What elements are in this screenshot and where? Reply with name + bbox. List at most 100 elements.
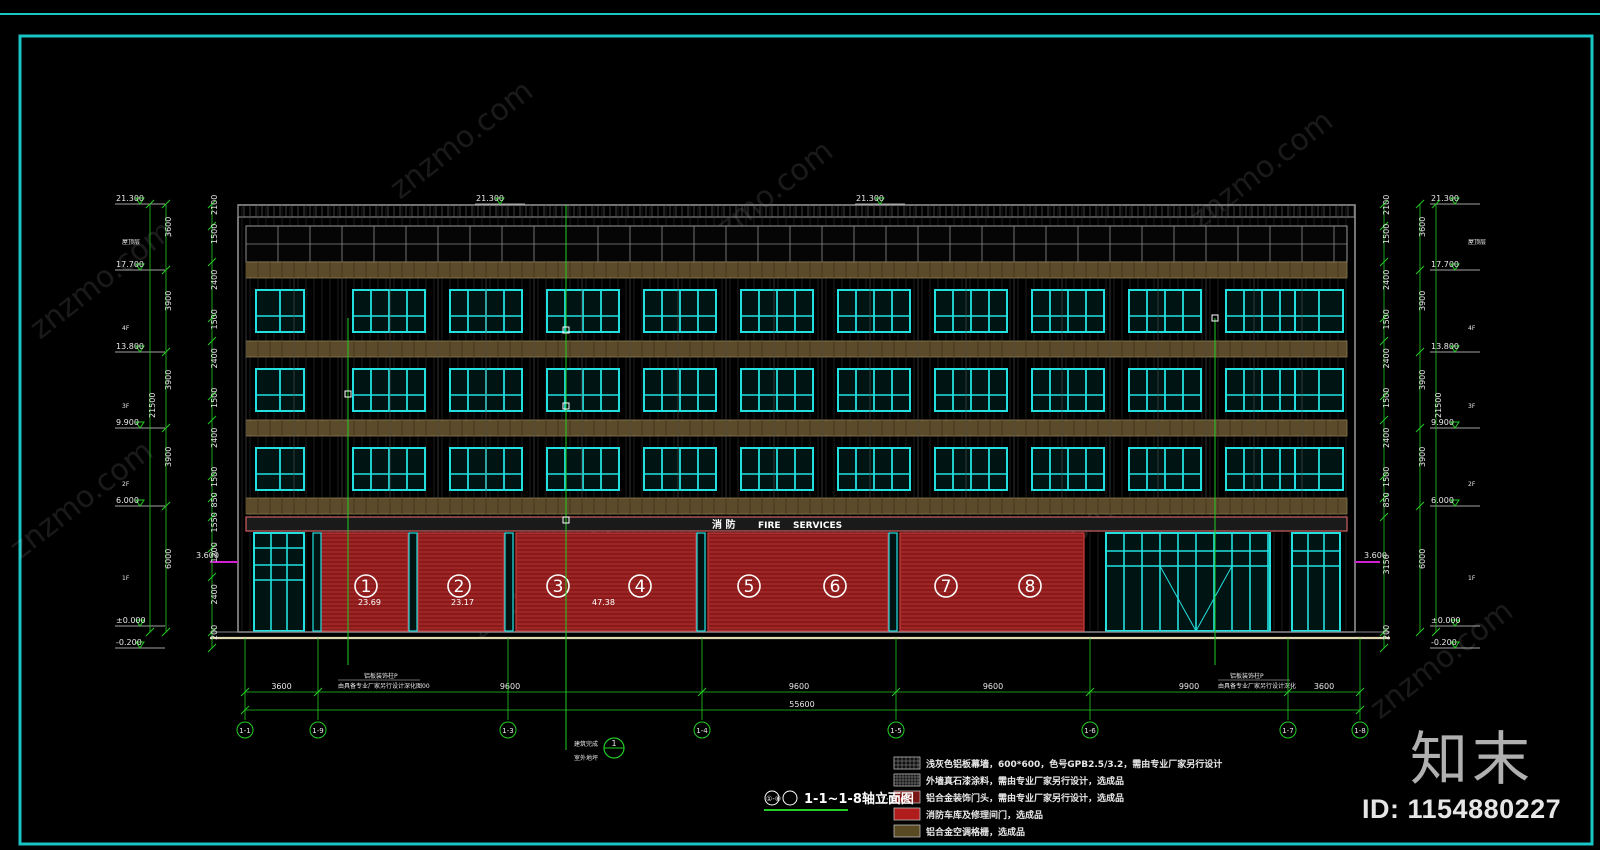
signage-en-2: SERVICES: [793, 521, 842, 531]
elevation-mark: 21.300: [116, 194, 144, 203]
left-inner-dim: 2400: [210, 428, 219, 448]
right-outer-dim: 3900: [1418, 447, 1427, 467]
drawing-scale: 1:100: [880, 796, 906, 806]
axis-label: 1-5: [890, 727, 901, 735]
left-outer-dim: 3900: [164, 447, 173, 467]
bay-area: 47.38: [592, 598, 615, 607]
left-inner-dim: 200: [210, 625, 219, 640]
left-inner-dim: 1550: [210, 512, 219, 532]
section-symbol: 1: [611, 739, 616, 748]
left-inner-dim: 1200: [210, 542, 219, 562]
pier-column: [888, 532, 898, 632]
h-dim-segment: 9900: [1179, 682, 1199, 691]
annotation-right-2: 由具备专业厂家另行设计深化: [1218, 682, 1296, 690]
left-outer-dim: 3600: [164, 217, 173, 237]
left-inner-dim: 850: [210, 492, 219, 507]
elevation-mark: 6.000: [1431, 496, 1454, 505]
axis-label: 1-9: [312, 727, 323, 735]
left-inner-dim: 2100: [210, 195, 219, 215]
bay-number: 4: [635, 577, 646, 597]
right-inner-dim: 2400: [1382, 348, 1391, 368]
bay-area: 23.69: [358, 598, 381, 607]
right-inner-dim: 3150: [1382, 554, 1391, 574]
right-inner-dim: 2400: [1382, 428, 1391, 448]
legend-label: 铝合金空调格栅，选成品: [926, 826, 1025, 838]
right-outer-dim: 6000: [1418, 549, 1427, 569]
floor-label: 1F: [122, 575, 130, 582]
section-note-1: 建筑完成: [574, 740, 598, 748]
pier-column: [504, 532, 514, 632]
left-total-dim: 21500: [148, 393, 157, 418]
right-inner-dim: 200: [1382, 625, 1391, 640]
elevation-drawing: znzmo.comznzmo.com znzmo.com znzmo.comznzm…: [0, 0, 1600, 850]
h-dim-segment: 9600: [789, 682, 809, 691]
legend-label: 外墙真石漆涂料，需由专业厂家另行设计，选成品: [925, 775, 1124, 787]
right-inner-dim: 1500: [1382, 224, 1391, 244]
axis-label: 1-8: [1354, 727, 1365, 735]
elevation-mark: 9.900: [116, 418, 139, 427]
right-outer-dim: 3900: [1418, 291, 1427, 311]
floor-label: 2F: [1468, 481, 1476, 488]
floor-label: 3F: [1468, 403, 1476, 410]
bay-number: 6: [830, 577, 841, 597]
bay-number: 7: [941, 577, 952, 597]
annotation-right-1: 铝板装饰柱P: [1230, 672, 1264, 680]
elevation-mark: 13.800: [1431, 342, 1459, 351]
elevation-mark: -0.200: [116, 638, 142, 647]
bay-number: 1: [361, 577, 372, 597]
axis-label: 1-1: [239, 727, 250, 735]
axis-label: 1-4: [696, 727, 708, 735]
elevation-mark: ±0.000: [1431, 616, 1461, 625]
right-inner-dim: 1500: [1382, 309, 1391, 329]
right-inner-dim: 850: [1382, 492, 1391, 507]
building-facade: 消 防 FIRE SERVICES 123.69 223.17 3 4 47.38 5 6 7 8: [210, 204, 1390, 640]
right-inner-dim: 1500: [1382, 388, 1391, 408]
left-inner-dim: 1500: [210, 467, 219, 487]
elevation-mark: 21.300: [856, 194, 884, 203]
bay-number: 5: [744, 577, 755, 597]
elevation-mark: -0.200: [1431, 638, 1457, 647]
pier-column: [408, 532, 418, 632]
legend-swatch-red: [893, 807, 921, 821]
left-inner-dim: 2400: [210, 348, 219, 368]
title-badge: ①-⑧: [766, 795, 781, 803]
elevation-mark: 17.700: [1431, 260, 1459, 269]
bay-number: 3: [553, 577, 564, 597]
floor-label: 4F: [122, 325, 130, 332]
watermark-logo: 知末: [1410, 725, 1535, 793]
elevation-mark: 6.000: [116, 496, 139, 505]
bay-number: 2: [454, 577, 465, 597]
left-inner-dim: 1500: [210, 388, 219, 408]
right-inner-dim: 2400: [1382, 270, 1391, 290]
right-total-dim: 21500: [1434, 393, 1443, 418]
right-inner-dim: 2100: [1382, 195, 1391, 215]
pier-column: [312, 532, 322, 632]
left-inner-dim: 1500: [210, 224, 219, 244]
signage-en-1: FIRE: [758, 521, 781, 531]
left-outer-dim: 3900: [164, 291, 173, 311]
section-note-2: 室外地坪: [574, 754, 598, 762]
elevation-mark: 21.300: [1431, 194, 1459, 203]
elevation-mark: 17.700: [116, 260, 144, 269]
h-dim-segment: 9600: [500, 682, 520, 691]
h-dim-segment: 3600: [271, 682, 291, 691]
elevation-mark: ±0.000: [116, 616, 146, 625]
left-inner-dim: 1500: [210, 309, 219, 329]
h-dim-segment: 3600: [1314, 682, 1334, 691]
right-outer-dim: 3900: [1418, 370, 1427, 390]
pier-column: [696, 532, 706, 632]
annotation-left-2: 由具备专业厂家另行设计深化图00: [338, 682, 430, 690]
floor-label: 屋顶层: [122, 239, 140, 246]
floor-label: 4F: [1468, 325, 1476, 332]
signage-cn: 消 防: [712, 518, 735, 531]
axis-label: 1-7: [1282, 727, 1293, 735]
bay-area: 23.17: [451, 598, 474, 607]
elevation-mark: 21.300: [476, 194, 504, 203]
legend-label: 铝合金装饰门头，需由专业厂家另行设计，选成品: [926, 792, 1124, 804]
right-inner-dim: 1500: [1382, 467, 1391, 487]
floor-label: 屋顶层: [1468, 239, 1486, 246]
elevation-mark: 13.800: [116, 342, 144, 351]
left-inner-dim: 2400: [210, 584, 219, 604]
left-outer-dim: 6000: [164, 549, 173, 569]
floor-label: 1F: [1468, 575, 1476, 582]
